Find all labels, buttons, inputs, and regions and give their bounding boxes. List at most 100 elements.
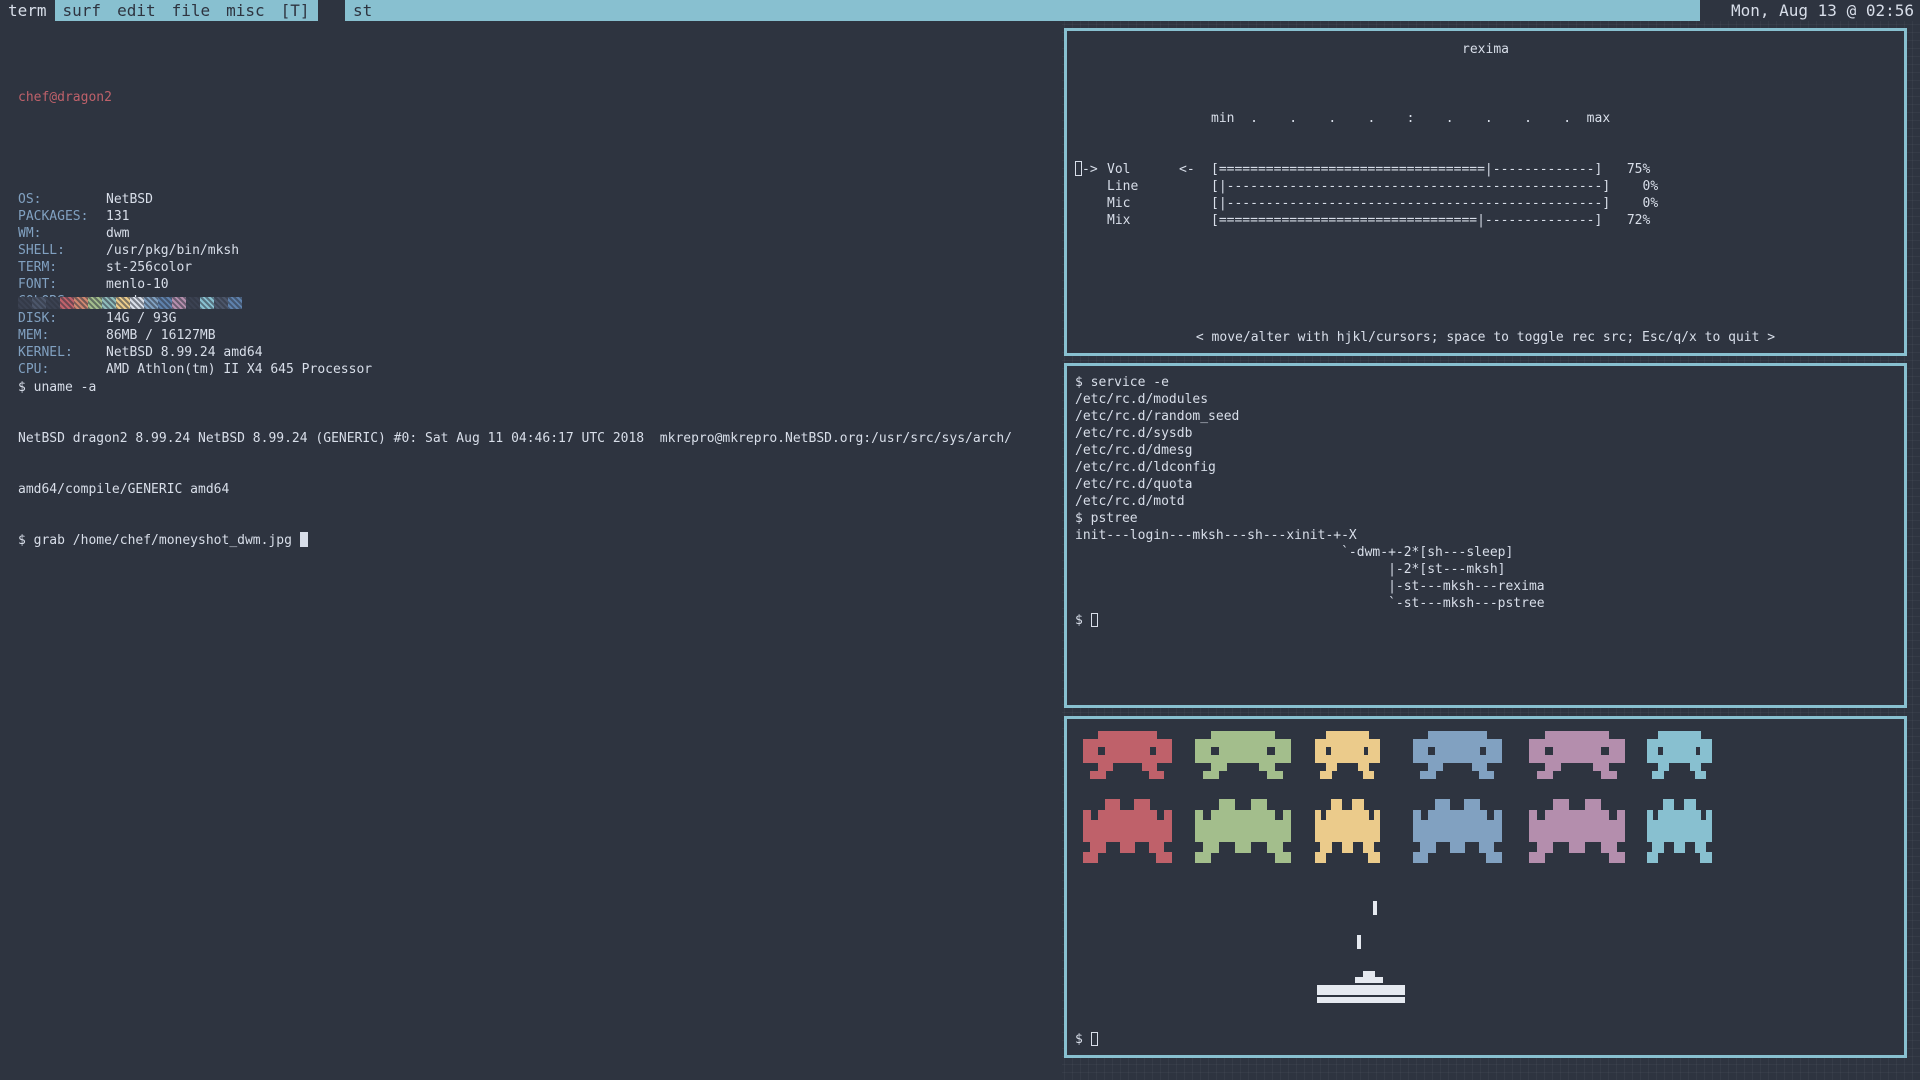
window-title: st bbox=[345, 0, 1700, 21]
sysinfo-key: FONT: bbox=[18, 277, 58, 292]
palette-swatch bbox=[46, 297, 60, 309]
rexima-title: rexima bbox=[1462, 42, 1509, 57]
sysinfo-row: WM: dwm bbox=[18, 225, 372, 242]
output-line: /etc/rc.d/quota bbox=[1075, 477, 1193, 492]
scale-header-text: min . . . . : . . . . max bbox=[1211, 111, 1611, 126]
level-value: 75% bbox=[1626, 162, 1651, 177]
terminal-services[interactable]: $ service -e/etc/rc.d/modules/etc/rc.d/r… bbox=[1064, 363, 1907, 708]
output-line: |-st---mksh---rexima bbox=[1075, 579, 1545, 594]
level-bar[interactable]: [=================================|-----… bbox=[1211, 213, 1602, 228]
palette-swatch bbox=[200, 297, 214, 309]
prompt-text: $ bbox=[1075, 613, 1091, 628]
output-line: `-dwm-+-2*[sh---sleep] bbox=[1075, 545, 1514, 560]
sysinfo-row: TERM: st-256color bbox=[18, 259, 372, 276]
output-line-1: NetBSD dragon2 8.99.24 NetBSD 8.99.24 (G… bbox=[18, 431, 1012, 446]
command-grab: $ grab /home/chef/moneyshot_dwm.jpg bbox=[18, 533, 300, 548]
level-bar[interactable]: [|--------------------------------------… bbox=[1211, 179, 1610, 194]
terminal-invaders[interactable]: $ bbox=[1064, 716, 1907, 1058]
palette-swatch bbox=[172, 297, 186, 309]
sysinfo-key: SHELL: bbox=[18, 243, 65, 258]
level-value: 0% bbox=[1642, 196, 1659, 211]
ship-part bbox=[1355, 977, 1383, 983]
level-bar[interactable]: [|--------------------------------------… bbox=[1211, 196, 1610, 211]
palette-swatch bbox=[88, 297, 102, 309]
scale-header: min . . . . : . . . . max bbox=[1075, 110, 1658, 127]
sysinfo-value: menlo-10 bbox=[106, 277, 169, 292]
sysinfo-row: SHELL: /usr/pkg/bin/mksh bbox=[18, 242, 372, 259]
palette-swatch bbox=[18, 297, 32, 309]
palette-swatch bbox=[116, 297, 130, 309]
palette-swatch bbox=[102, 297, 116, 309]
channel-name: Line bbox=[1107, 179, 1139, 194]
output-line: /etc/rc.d/modules bbox=[1075, 392, 1209, 407]
sysinfo-key: PACKAGES: bbox=[18, 209, 89, 224]
palette-swatch bbox=[32, 297, 46, 309]
sysinfo-key: MEM: bbox=[18, 328, 50, 343]
output-line: `-st---mksh---pstree bbox=[1075, 596, 1545, 611]
sysinfo-key: TERM: bbox=[18, 260, 58, 275]
level-value: 0% bbox=[1642, 179, 1659, 194]
sysinfo-key: WM: bbox=[18, 226, 42, 241]
sysinfo-value: st-256color bbox=[106, 260, 193, 275]
services-output: $ service -e/etc/rc.d/modules/etc/rc.d/r… bbox=[1075, 374, 1545, 629]
level-value: 72% bbox=[1626, 213, 1651, 228]
command-uname: $ uname -a bbox=[18, 380, 97, 395]
sysinfo-value: /usr/pkg/bin/mksh bbox=[106, 243, 240, 258]
mixer-channel[interactable]: -> Vol <- [================================… bbox=[1075, 161, 1658, 178]
window-title-text: st bbox=[353, 1, 373, 20]
tag-edit[interactable]: edit bbox=[109, 0, 164, 21]
sysinfo-row: PACKAGES: 131 bbox=[18, 208, 372, 225]
sysinfo-row: MEM: 86MB / 16127MB bbox=[18, 327, 372, 344]
tag-term[interactable]: term bbox=[0, 0, 55, 21]
terminal-main[interactable]: chef@dragon2 OS: NetBSD PACKAGES: 131 WM: dwm… bbox=[0, 21, 1062, 1080]
tag-surf[interactable]: surf bbox=[55, 0, 110, 21]
user-host: chef@dragon2 bbox=[18, 90, 112, 105]
ship-part bbox=[1357, 935, 1361, 949]
output-line: init---login---mksh---sh---xinit-+-X bbox=[1075, 528, 1357, 543]
channel-name: Mic bbox=[1107, 196, 1131, 211]
sysinfo-value: 86MB / 16127MB bbox=[106, 328, 216, 343]
output-line: $ pstree bbox=[1075, 511, 1138, 526]
palette-swatch bbox=[214, 297, 228, 309]
ship-part bbox=[1317, 997, 1405, 1003]
prompt-text: $ bbox=[1075, 1032, 1091, 1047]
palette-swatch bbox=[74, 297, 88, 309]
sysinfo-row: OS: NetBSD bbox=[18, 191, 372, 208]
tag-misc[interactable]: misc bbox=[218, 0, 273, 21]
cursor bbox=[1090, 1032, 1098, 1046]
sysinfo-value: dwm bbox=[106, 226, 130, 241]
mixer-channel[interactable]: Mix [=================================|--… bbox=[1075, 212, 1658, 229]
sysinfo-row: FONT: menlo-10 bbox=[18, 276, 372, 293]
output-line: /etc/rc.d/sysdb bbox=[1075, 426, 1193, 441]
status-text: Mon, Aug 13 @ 02:56 bbox=[1720, 0, 1920, 21]
level-bar[interactable]: [==================================|----… bbox=[1211, 162, 1602, 177]
color-palette bbox=[18, 297, 242, 309]
dwm-bar: term surf edit file misc [T] st Mon, Aug… bbox=[0, 0, 1920, 21]
output-line-2: amd64/compile/GENERIC amd64 bbox=[18, 482, 230, 497]
sysinfo-value: NetBSD bbox=[106, 192, 153, 207]
output-line: /etc/rc.d/ldconfig bbox=[1075, 460, 1216, 475]
rec-source-marker: <- bbox=[1179, 162, 1195, 177]
output-line: /etc/rc.d/dmesg bbox=[1075, 443, 1193, 458]
layout-symbol[interactable]: [T] bbox=[272, 0, 318, 21]
channel-name: Mix bbox=[1107, 213, 1131, 228]
ship-part bbox=[1317, 985, 1405, 995]
palette-swatch bbox=[158, 297, 172, 309]
terminal-rexima[interactable]: rexima min . . . . : . . . . max -> Vol <-… bbox=[1064, 28, 1907, 356]
palette-swatch bbox=[130, 297, 144, 309]
output-line: /etc/rc.d/motd bbox=[1075, 494, 1185, 509]
invaders-prompt: $ bbox=[1075, 1031, 1098, 1048]
rexima-help: < move/alter with hjkl/cursors; space to… bbox=[1195, 330, 1776, 345]
tag-file[interactable]: file bbox=[164, 0, 219, 21]
mixer-channel[interactable]: Mic [|-----------------------------------… bbox=[1075, 195, 1658, 212]
ship-part bbox=[1373, 901, 1377, 915]
palette-swatch bbox=[60, 297, 74, 309]
mixer-table: min . . . . : . . . . max -> Vol <- [======… bbox=[1075, 76, 1658, 263]
palette-swatch bbox=[144, 297, 158, 309]
sysinfo-key: DISK: bbox=[18, 311, 58, 326]
channel-name: Vol bbox=[1107, 162, 1131, 177]
sysinfo-key: OS: bbox=[18, 192, 42, 207]
sysinfo-row: DISK: 14G / 93G bbox=[18, 310, 372, 327]
palette-swatch bbox=[228, 297, 242, 309]
mixer-channel[interactable]: Line [|----------------------------------… bbox=[1075, 178, 1658, 195]
